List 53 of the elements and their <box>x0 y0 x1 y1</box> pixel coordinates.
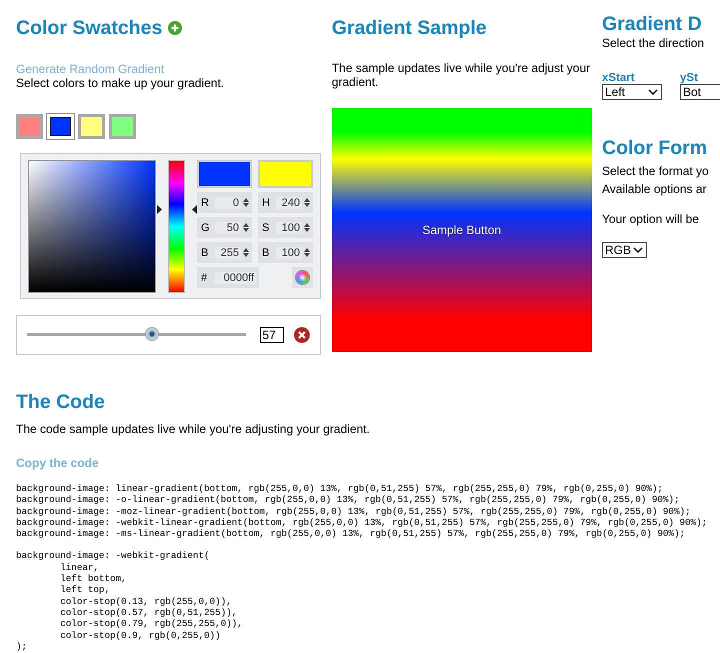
caret-icon <box>633 247 643 253</box>
section-title: Gradient Sample <box>332 16 488 41</box>
spinner-icon[interactable] <box>304 223 310 232</box>
description-text: The sample updates live while you're adjust your gradient. <box>332 61 592 91</box>
section-title: Color Swatches <box>16 16 162 40</box>
description-text: Select the direction <box>602 36 706 50</box>
format-dropdown[interactable]: RGB <box>602 242 647 258</box>
description-text: Available options ar <box>602 182 708 196</box>
field-label: G <box>201 222 211 234</box>
number-field[interactable]: 100 <box>276 222 302 234</box>
spinner-icon[interactable] <box>304 198 310 207</box>
spinner-icon[interactable] <box>243 248 249 257</box>
description-text: Select the format yo <box>602 164 710 178</box>
position-input[interactable]: 57 <box>260 327 284 343</box>
dropdown[interactable]: Bot <box>680 84 720 100</box>
add-icon[interactable] <box>168 21 182 35</box>
code-text: background-image: linear-gradient(bottom, rgb(255,0,0) 13%, rgb(0,51,255) 57%, rgb(255,255,0) 79%, rgb(0,255,0) 90%); background-image: -o-linear-gradient(bottom, rgb(255,0,0) 13%, rgb(0,51,255) 57%, rgb(255,255,0) 79%, rgb(0,255,0) 90%); background-image: -moz-linear-gradient(bottom, rgb(255,0,0) 13%, rgb(0,51,255) 57%, rgb(255,255,0) 79%, rgb(0,255,0) 90%); background-image: -webkit-linear-gradient(bottom, rgb(255,0,0) 13%, rgb(0,51,255) 57%, rgb(255,255,0) 79%, rgb(0,255,0) 90%); background-image: -ms-linear-gradient(bottom, rgb(255,0,0) 13%, rgb(0,51,255) 57%, rgb(255,255,0) 79%, rgb(0,255,0) 90%); <box>16 483 708 540</box>
number-field[interactable]: 0 <box>215 196 241 208</box>
color-swatch[interactable] <box>16 114 43 139</box>
section-title: Color Form <box>602 136 708 160</box>
gradient-sample-button[interactable]: Sample Button <box>332 108 592 352</box>
section-title: Gradient D <box>602 12 703 36</box>
spinner-icon[interactable] <box>304 248 310 257</box>
hue-marker-icon[interactable] <box>156 204 198 214</box>
section-title: The Code <box>16 391 106 414</box>
spinner-icon[interactable] <box>243 198 249 207</box>
number-field[interactable]: 255 <box>215 246 241 258</box>
field-label: S <box>262 222 270 234</box>
field-label: H <box>262 196 271 208</box>
number-field[interactable]: 100 <box>276 246 302 258</box>
hue-strip[interactable] <box>168 160 186 293</box>
saturation-value-square[interactable] <box>28 160 156 293</box>
caret-icon <box>648 89 658 95</box>
field-label: xStart <box>602 72 636 84</box>
color-swatch[interactable] <box>109 114 136 139</box>
instruction-text: Select colors to make up your gradient. <box>16 76 226 90</box>
number-field[interactable]: 240 <box>276 196 302 208</box>
number-field[interactable]: 50 <box>215 222 241 234</box>
color-swatch[interactable] <box>78 114 105 139</box>
field-label: ySt <box>680 72 699 84</box>
delete-icon[interactable] <box>294 327 310 343</box>
field-label: R <box>201 196 210 208</box>
field-label: B <box>201 246 210 258</box>
spinner-icon[interactable] <box>243 223 249 232</box>
hex-field[interactable]: 0000ff <box>215 272 256 284</box>
description-text: Your option will be <box>602 212 700 226</box>
field-label: B <box>262 246 270 258</box>
description-text: The code sample updates live while you're adjusting your gradient. <box>16 422 371 436</box>
color-wheel-icon[interactable] <box>295 270 310 285</box>
dropdown[interactable]: Left <box>602 84 662 100</box>
field-label: # <box>201 272 208 284</box>
slider-thumb[interactable] <box>145 327 160 341</box>
code-text: background-image: -webkit-gradient( linear, left bottom, left top, color-stop(0.13, rgb(255,0,0)), color-stop(0.57, rgb(0,51,255)), color-stop(0.79, rgb(255,255,0)), color-stop(0.9, rgb(0,255,0)) ); <box>16 550 243 652</box>
